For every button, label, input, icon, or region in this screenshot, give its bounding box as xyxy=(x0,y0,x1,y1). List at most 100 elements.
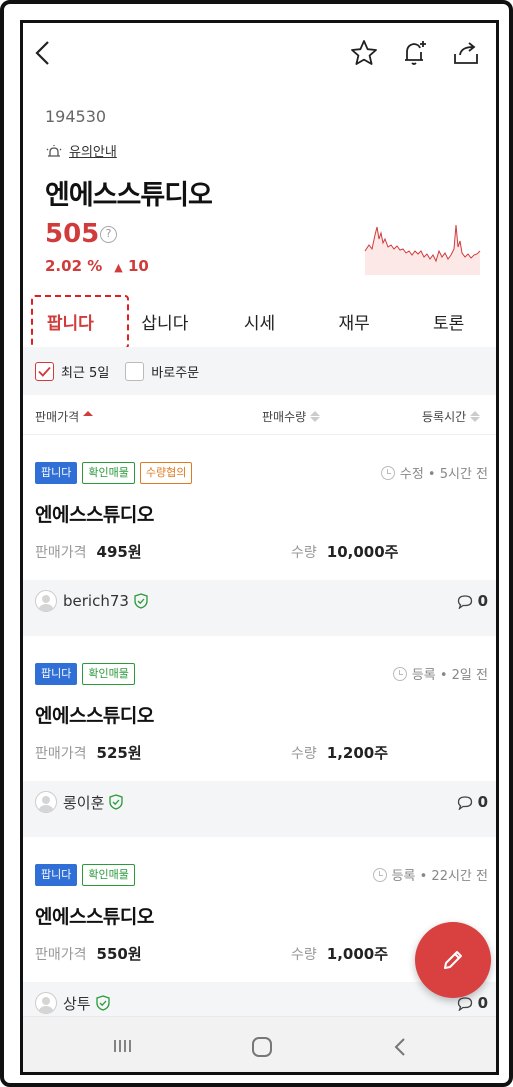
clock-icon xyxy=(372,867,387,882)
system-nav-bar xyxy=(23,1016,496,1072)
filter-recent5-label: 최근 5일 xyxy=(61,365,110,381)
comment-count[interactable]: 0 xyxy=(457,793,488,811)
qty-label: 수량 xyxy=(291,746,317,762)
listing-stock-name: 엔에스스튜디오 xyxy=(35,705,154,727)
list-item[interactable]: 팝니다 확인매물 수량협의 수정 • 5시간 전 엔에스스튜디오 판매가격 49… xyxy=(23,435,496,636)
listing-qty: 수량 1,200주 xyxy=(291,742,388,763)
tab-discussion[interactable]: 토론 xyxy=(401,295,496,347)
comment-icon xyxy=(457,594,472,609)
help-icon[interactable]: ? xyxy=(100,226,117,243)
qty-value: 1,000주 xyxy=(326,945,389,963)
sort-price-header[interactable]: 판매가격 xyxy=(35,408,94,425)
badge-group: 팝니다 확인매물 xyxy=(35,663,135,685)
comment-icon xyxy=(457,996,472,1011)
qty-value: 10,000주 xyxy=(326,543,399,561)
filter-bar: 최근 5일 바로주문 xyxy=(23,347,496,395)
seller-row: berich73 0 xyxy=(23,580,496,622)
stock-price: 505 xyxy=(45,219,100,249)
price-value: 550원 xyxy=(96,945,142,963)
home-icon[interactable] xyxy=(250,1035,274,1059)
seller-name[interactable]: berich73 xyxy=(63,592,129,610)
price-label: 판매가격 xyxy=(35,947,87,963)
change-amount-wrap: ▲ 10 xyxy=(114,257,149,275)
listing-qty: 수량 1,000주 xyxy=(291,943,388,964)
change-percent: 2.02 % xyxy=(45,257,103,275)
app-screen: 194530 유의안내 엔에스스튜디오 505 ? 2.02 % ▲ 10 팝니… xyxy=(20,20,499,1075)
device-frame: 194530 유의안내 엔에스스튜디오 505 ? 2.02 % ▲ 10 팝니… xyxy=(0,0,513,1087)
status-text: 수정 • 5시간 전 xyxy=(399,467,488,482)
recent-apps-icon[interactable] xyxy=(111,1035,133,1057)
avatar xyxy=(35,590,57,612)
price-value: 525원 xyxy=(96,744,142,762)
qty-label: 수량 xyxy=(291,947,317,963)
badge-group: 팝니다 확인매물 수량협의 xyxy=(35,462,193,484)
price-sparkline xyxy=(364,224,481,275)
checkbox-icon[interactable] xyxy=(125,361,145,381)
star-icon[interactable] xyxy=(348,37,380,69)
notice-label: 유의안내 xyxy=(69,145,117,160)
price-value: 495원 xyxy=(96,543,142,561)
sell-badge: 팝니다 xyxy=(35,864,78,886)
avatar xyxy=(35,992,57,1014)
comment-count[interactable]: 0 xyxy=(457,592,488,610)
sort-icon xyxy=(470,411,481,422)
badge-group: 팝니다 확인매물 xyxy=(35,864,135,886)
comment-count-value: 0 xyxy=(477,793,488,811)
back-icon[interactable] xyxy=(27,37,59,69)
comment-icon xyxy=(457,795,472,810)
listing-status: 수정 • 5시간 전 xyxy=(380,463,488,482)
share-icon[interactable] xyxy=(450,37,482,69)
listing-qty: 수량 10,000주 xyxy=(291,541,398,562)
bell-plus-icon[interactable] xyxy=(399,37,431,69)
listing-stock-name: 엔에스스튜디오 xyxy=(35,504,154,526)
sort-time-header[interactable]: 등록시간 xyxy=(422,408,481,425)
tab-buy[interactable]: 삽니다 xyxy=(118,295,213,347)
time-header-label: 등록시간 xyxy=(422,410,467,424)
sort-icon xyxy=(83,411,94,422)
listing-status: 등록 • 2일 전 xyxy=(392,664,488,683)
seller-name[interactable]: 롱이훈 xyxy=(63,792,104,813)
tab-finance[interactable]: 재무 xyxy=(307,295,402,347)
nav-back-icon[interactable] xyxy=(390,1035,410,1059)
change-amount: 10 xyxy=(127,257,149,275)
shield-check-icon xyxy=(134,593,148,609)
verified-badge: 확인매물 xyxy=(82,663,135,685)
qty-value: 1,200주 xyxy=(326,744,389,762)
tab-quote[interactable]: 시세 xyxy=(212,295,307,347)
clock-icon xyxy=(392,666,407,681)
listing-status: 등록 • 22시간 전 xyxy=(372,865,488,884)
status-text: 등록 • 22시간 전 xyxy=(391,869,488,884)
verified-badge: 확인매물 xyxy=(82,462,135,484)
filter-direct-order[interactable]: 바로주문 xyxy=(125,361,199,381)
list-item[interactable]: 팝니다 확인매물 등록 • 2일 전 엔에스스튜디오 판매가격 525원 수량 … xyxy=(23,636,496,837)
clock-icon xyxy=(380,465,395,480)
comment-count-value: 0 xyxy=(477,592,488,610)
sort-icon xyxy=(310,411,321,422)
checkbox-checked-icon[interactable] xyxy=(35,361,54,381)
alarm-icon xyxy=(46,144,62,157)
verified-badge: 확인매물 xyxy=(82,864,135,886)
sort-qty-header[interactable]: 판매수량 xyxy=(262,408,321,425)
qty-label: 수량 xyxy=(291,545,317,561)
seller-row: 롱이훈 0 xyxy=(23,781,496,823)
tab-sell[interactable]: 팝니다 xyxy=(23,295,118,347)
top-bar xyxy=(23,23,496,83)
comment-count-value: 0 xyxy=(477,994,488,1012)
notice-link[interactable]: 유의안내 xyxy=(45,141,117,160)
column-header-row: 판매가격 판매수량 등록시간 xyxy=(23,395,496,435)
qty-header-label: 판매수량 xyxy=(262,410,307,424)
pencil-icon xyxy=(444,951,462,969)
listing-price: 판매가격 550원 xyxy=(35,943,142,964)
stock-code: 194530 xyxy=(45,107,107,126)
sell-badge: 팝니다 xyxy=(35,663,78,685)
filter-recent5[interactable]: 최근 5일 xyxy=(35,361,110,381)
up-arrow-icon: ▲ xyxy=(114,261,123,274)
listing-price: 판매가격 525원 xyxy=(35,742,142,763)
sell-badge: 팝니다 xyxy=(35,462,78,484)
seller-name[interactable]: 상투 xyxy=(63,993,91,1014)
shield-check-icon xyxy=(95,995,110,1011)
price-label: 판매가격 xyxy=(35,746,87,762)
price-change: 2.02 % ▲ 10 xyxy=(45,257,149,275)
shield-check-icon xyxy=(109,794,124,810)
write-post-button[interactable] xyxy=(415,922,491,998)
